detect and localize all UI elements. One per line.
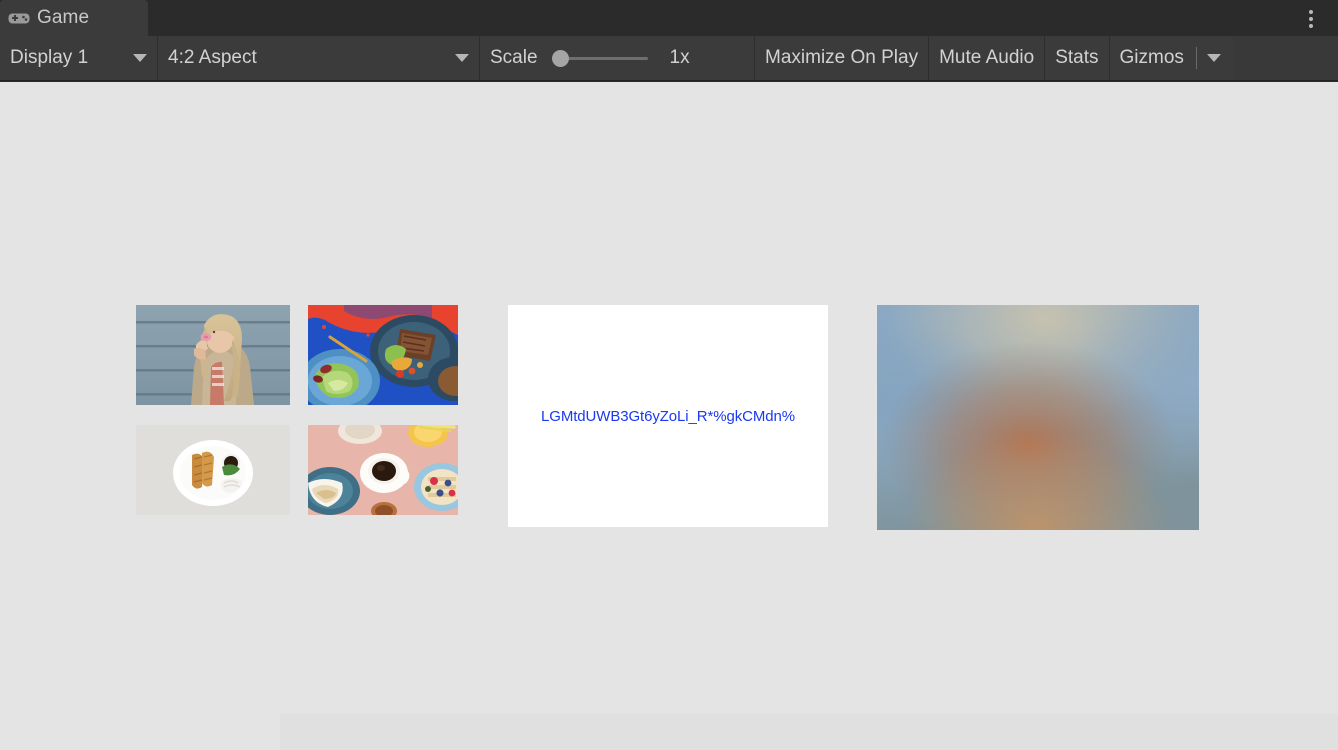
display-dropdown[interactable]: Display 1 <box>0 36 158 80</box>
chevron-down-icon <box>455 54 469 62</box>
content-panel: LGMtdUWB3Gt6yZoLi_R*%gkCMdn% <box>508 305 828 527</box>
scale-value: 1x <box>669 47 690 68</box>
aspect-ratio-label: 4:2 Aspect <box>168 47 257 68</box>
steak-salad-plate-photo[interactable] <box>308 305 458 405</box>
mute-audio-button[interactable]: Mute Audio <box>929 36 1046 80</box>
aspect-ratio-dropdown[interactable]: 4:2 Aspect <box>158 36 480 80</box>
display-dropdown-label: Display 1 <box>10 47 89 68</box>
game-render-area: LGMtdUWB3Gt6yZoLi_R*%gkCMdn% <box>0 82 1338 750</box>
tab-strip: Game <box>0 0 1338 36</box>
scale-control[interactable]: Scale 1x <box>480 36 755 80</box>
stats-button[interactable]: Stats <box>1045 36 1110 80</box>
gizmos-label: Gizmos <box>1119 47 1184 68</box>
mute-audio-label: Mute Audio <box>939 47 1035 68</box>
scale-label: Scale <box>490 47 538 68</box>
canvas-bottom-shade <box>280 714 1338 750</box>
stats-label: Stats <box>1055 47 1099 68</box>
game-view-toolbar: Display 1 4:2 Aspect Scale 1x Maximize O… <box>0 36 1338 81</box>
blurred-placeholder-image[interactable] <box>877 305 1199 530</box>
chevron-down-icon <box>133 54 147 62</box>
tab-game[interactable]: Game <box>0 0 148 36</box>
gizmos-button[interactable]: Gizmos <box>1109 36 1190 80</box>
unity-game-view-window: Game Display 1 4:2 Aspect Scale 1x Maxim… <box>0 0 1338 750</box>
gizmos-divider <box>1195 47 1197 69</box>
content-panel-link[interactable]: LGMtdUWB3Gt6yZoLi_R*%gkCMdn% <box>541 408 795 425</box>
gamepad-icon <box>8 13 30 23</box>
woman-eating-donut-photo[interactable] <box>136 305 290 405</box>
fried-food-white-plate-photo[interactable] <box>136 425 290 515</box>
maximize-on-play-button[interactable]: Maximize On Play <box>755 36 930 80</box>
gizmos-dropdown[interactable] <box>1189 36 1233 80</box>
chevron-down-icon <box>1206 54 1221 62</box>
scale-slider-handle[interactable] <box>551 49 569 67</box>
scale-slider-track <box>557 56 648 60</box>
scale-slider[interactable] <box>551 49 648 67</box>
tab-game-label: Game <box>37 7 90 28</box>
breakfast-table-photo[interactable] <box>308 425 458 515</box>
maximize-on-play-label: Maximize On Play <box>765 47 919 68</box>
kebab-menu-icon[interactable] <box>1300 6 1322 32</box>
